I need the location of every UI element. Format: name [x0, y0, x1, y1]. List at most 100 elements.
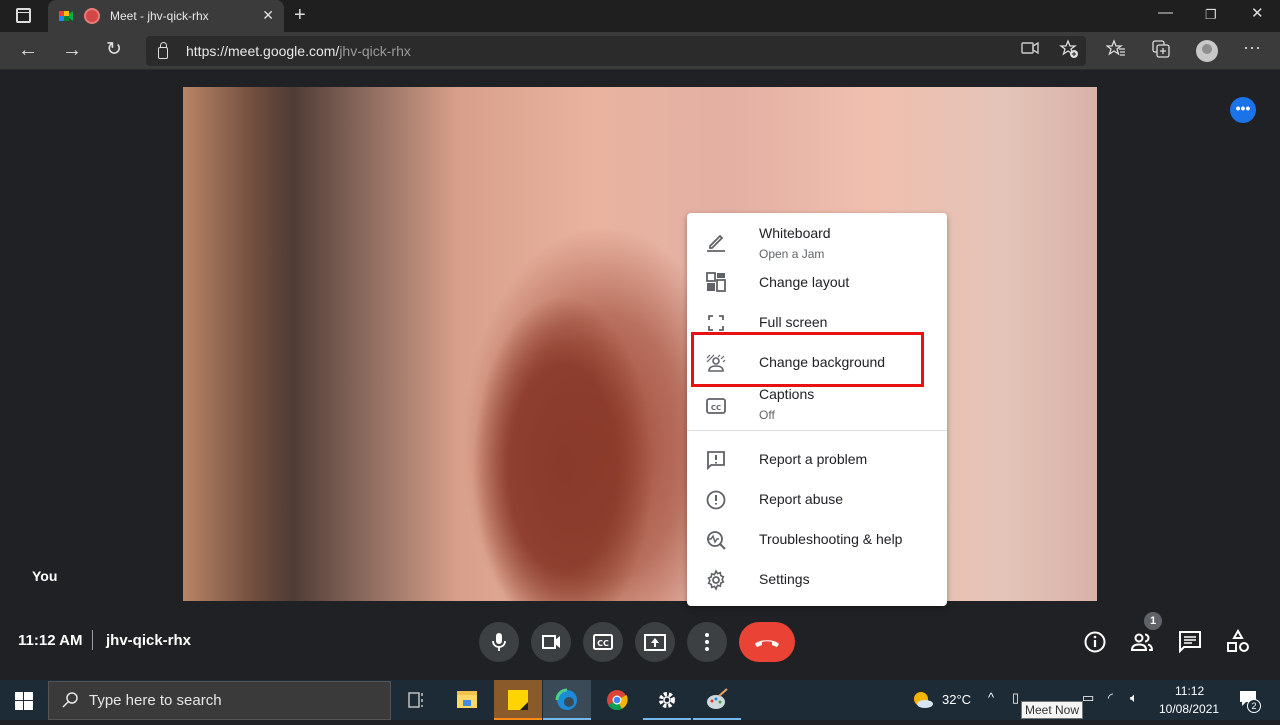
- file-explorer-icon[interactable]: [443, 680, 491, 720]
- close-tab-icon[interactable]: ✕: [262, 7, 274, 24]
- new-tab-icon[interactable]: +: [294, 4, 306, 27]
- info-icon: [1084, 631, 1106, 653]
- activities-button[interactable]: [1225, 628, 1251, 655]
- separator: [92, 630, 93, 650]
- lock-icon[interactable]: [158, 42, 168, 59]
- people-button[interactable]: [1129, 629, 1155, 655]
- windows-start-icon[interactable]: [15, 692, 33, 715]
- menu-item-report-problem[interactable]: Report a problem: [687, 447, 947, 487]
- task-view-icon[interactable]: [392, 680, 440, 720]
- more-options-menu: Whiteboard Open a Jam Change layout Full…: [687, 213, 947, 606]
- captions-icon: CC: [705, 395, 727, 417]
- meeting-time: 11:12 AM: [18, 632, 83, 649]
- collections-icon[interactable]: [1151, 39, 1171, 64]
- notification-count: 2: [1247, 699, 1261, 713]
- chat-button[interactable]: [1177, 629, 1203, 655]
- participant-count-badge: 1: [1144, 612, 1162, 630]
- menu-item-change-layout[interactable]: Change layout: [687, 270, 947, 310]
- taskbar-date[interactable]: 10/08/2021: [1159, 702, 1219, 716]
- forward-icon[interactable]: →: [62, 39, 82, 61]
- back-icon[interactable]: ←: [18, 39, 38, 61]
- taskbar-search-box[interactable]: Type here to search: [48, 681, 391, 720]
- menu-item-label: Captions: [759, 386, 815, 402]
- feedback-icon: [705, 449, 727, 471]
- restore-icon[interactable]: ❐: [1205, 7, 1217, 23]
- address-bar[interactable]: https://meet.google.com/jhv-qick-rhx: [146, 36, 1086, 66]
- menu-item-settings[interactable]: Settings: [687, 567, 947, 607]
- meet-favicon: [58, 8, 74, 24]
- chrome-icon[interactable]: [593, 680, 641, 720]
- participant-label: You: [32, 568, 58, 584]
- taskbar-time[interactable]: 11:12: [1175, 684, 1204, 698]
- weather-icon[interactable]: [911, 689, 935, 716]
- meet-now-icon[interactable]: ▯: [1012, 690, 1019, 706]
- add-favorite-icon[interactable]: [1059, 39, 1079, 64]
- svg-text:CC: CC: [711, 404, 721, 412]
- settings-app-icon[interactable]: [643, 680, 691, 720]
- favorites-icon[interactable]: [1105, 39, 1126, 64]
- meeting-info-button[interactable]: [1082, 629, 1108, 655]
- menu-item-label: Report a problem: [759, 451, 868, 467]
- troubleshoot-icon: [705, 529, 727, 551]
- menu-item-label: Full screen: [759, 314, 828, 330]
- meeting-code: jhv-qick-rhx: [106, 632, 192, 649]
- meet-now-tooltip: Meet Now: [1021, 701, 1084, 719]
- hang-up-icon: [755, 640, 779, 647]
- temperature[interactable]: 32°C: [942, 692, 971, 707]
- camera-button[interactable]: [531, 622, 571, 662]
- volume-icon[interactable]: 🔈︎: [1130, 690, 1138, 706]
- present-icon: [644, 634, 666, 651]
- report-icon: [705, 489, 727, 511]
- camera-icon[interactable]: [1021, 41, 1039, 60]
- url-path: jhv-qick-rhx: [339, 43, 411, 59]
- windows-taskbar: Type here to search 32°C ^ ▯ ▭ ◜ 🔈︎ 11:1…: [0, 680, 1280, 720]
- pencil-icon: [705, 231, 727, 253]
- recording-icon: [84, 8, 100, 24]
- menu-item-troubleshooting[interactable]: Troubleshooting & help: [687, 527, 947, 567]
- browser-tab[interactable]: Meet - jhv-qick-rhx ✕: [48, 0, 284, 32]
- search-icon: [61, 691, 79, 713]
- more-icon[interactable]: ···: [1243, 37, 1261, 58]
- menu-item-sublabel: Off: [759, 408, 775, 422]
- menu-item-whiteboard[interactable]: Whiteboard Open a Jam: [687, 221, 947, 269]
- notifications-button[interactable]: 2: [1238, 688, 1262, 717]
- refresh-icon[interactable]: ↻: [106, 39, 122, 61]
- wifi-icon[interactable]: ◜: [1108, 690, 1113, 706]
- more-options-button[interactable]: [687, 622, 727, 662]
- activities-icon: [1227, 628, 1249, 652]
- menu-item-label: Settings: [759, 571, 810, 587]
- profile-avatar[interactable]: [1196, 40, 1218, 62]
- end-call-button[interactable]: [739, 622, 795, 662]
- video-camera-icon: [542, 635, 560, 649]
- url-host: https://meet.google.com/: [186, 43, 340, 59]
- browser-nav-bar: ← → ↻ https://meet.google.com/jhv-qick-r…: [0, 32, 1280, 70]
- present-button[interactable]: [635, 622, 675, 662]
- menu-item-report-abuse[interactable]: Report abuse: [687, 487, 947, 527]
- close-window-icon[interactable]: ✕: [1251, 4, 1264, 22]
- edge-browser-icon[interactable]: [543, 680, 591, 720]
- menu-item-label: Whiteboard: [759, 225, 831, 241]
- sidebar-tabs-icon[interactable]: [16, 8, 31, 23]
- meet-area: You ••• Whiteboard Open a Jam Change lay…: [0, 71, 1280, 679]
- menu-item-label: Report abuse: [759, 491, 844, 507]
- search-placeholder: Type here to search: [89, 692, 222, 709]
- paint-app-icon[interactable]: [693, 680, 741, 720]
- menu-divider: [687, 430, 947, 431]
- battery-icon[interactable]: ▭: [1082, 690, 1094, 706]
- captions-button[interactable]: CC: [583, 622, 623, 662]
- layout-icon: [705, 271, 727, 293]
- menu-item-captions[interactable]: CC Captions Off: [687, 385, 947, 429]
- sticky-notes-icon[interactable]: [494, 680, 542, 720]
- microphone-button[interactable]: [479, 622, 519, 662]
- svg-text:CC: CC: [597, 639, 609, 648]
- browser-tab-bar: Meet - jhv-qick-rhx ✕ + — ❐ ✕: [0, 0, 1280, 32]
- chat-icon: [1179, 631, 1201, 654]
- menu-item-label: Troubleshooting & help: [759, 531, 903, 547]
- more-vert-icon: [705, 633, 709, 651]
- minimize-icon[interactable]: —: [1158, 4, 1173, 21]
- tile-more-button[interactable]: •••: [1230, 97, 1256, 123]
- microphone-icon: [492, 633, 506, 651]
- people-icon: [1130, 633, 1154, 651]
- show-hidden-icons[interactable]: ^: [988, 690, 994, 705]
- highlight-annotation-box: [691, 332, 924, 387]
